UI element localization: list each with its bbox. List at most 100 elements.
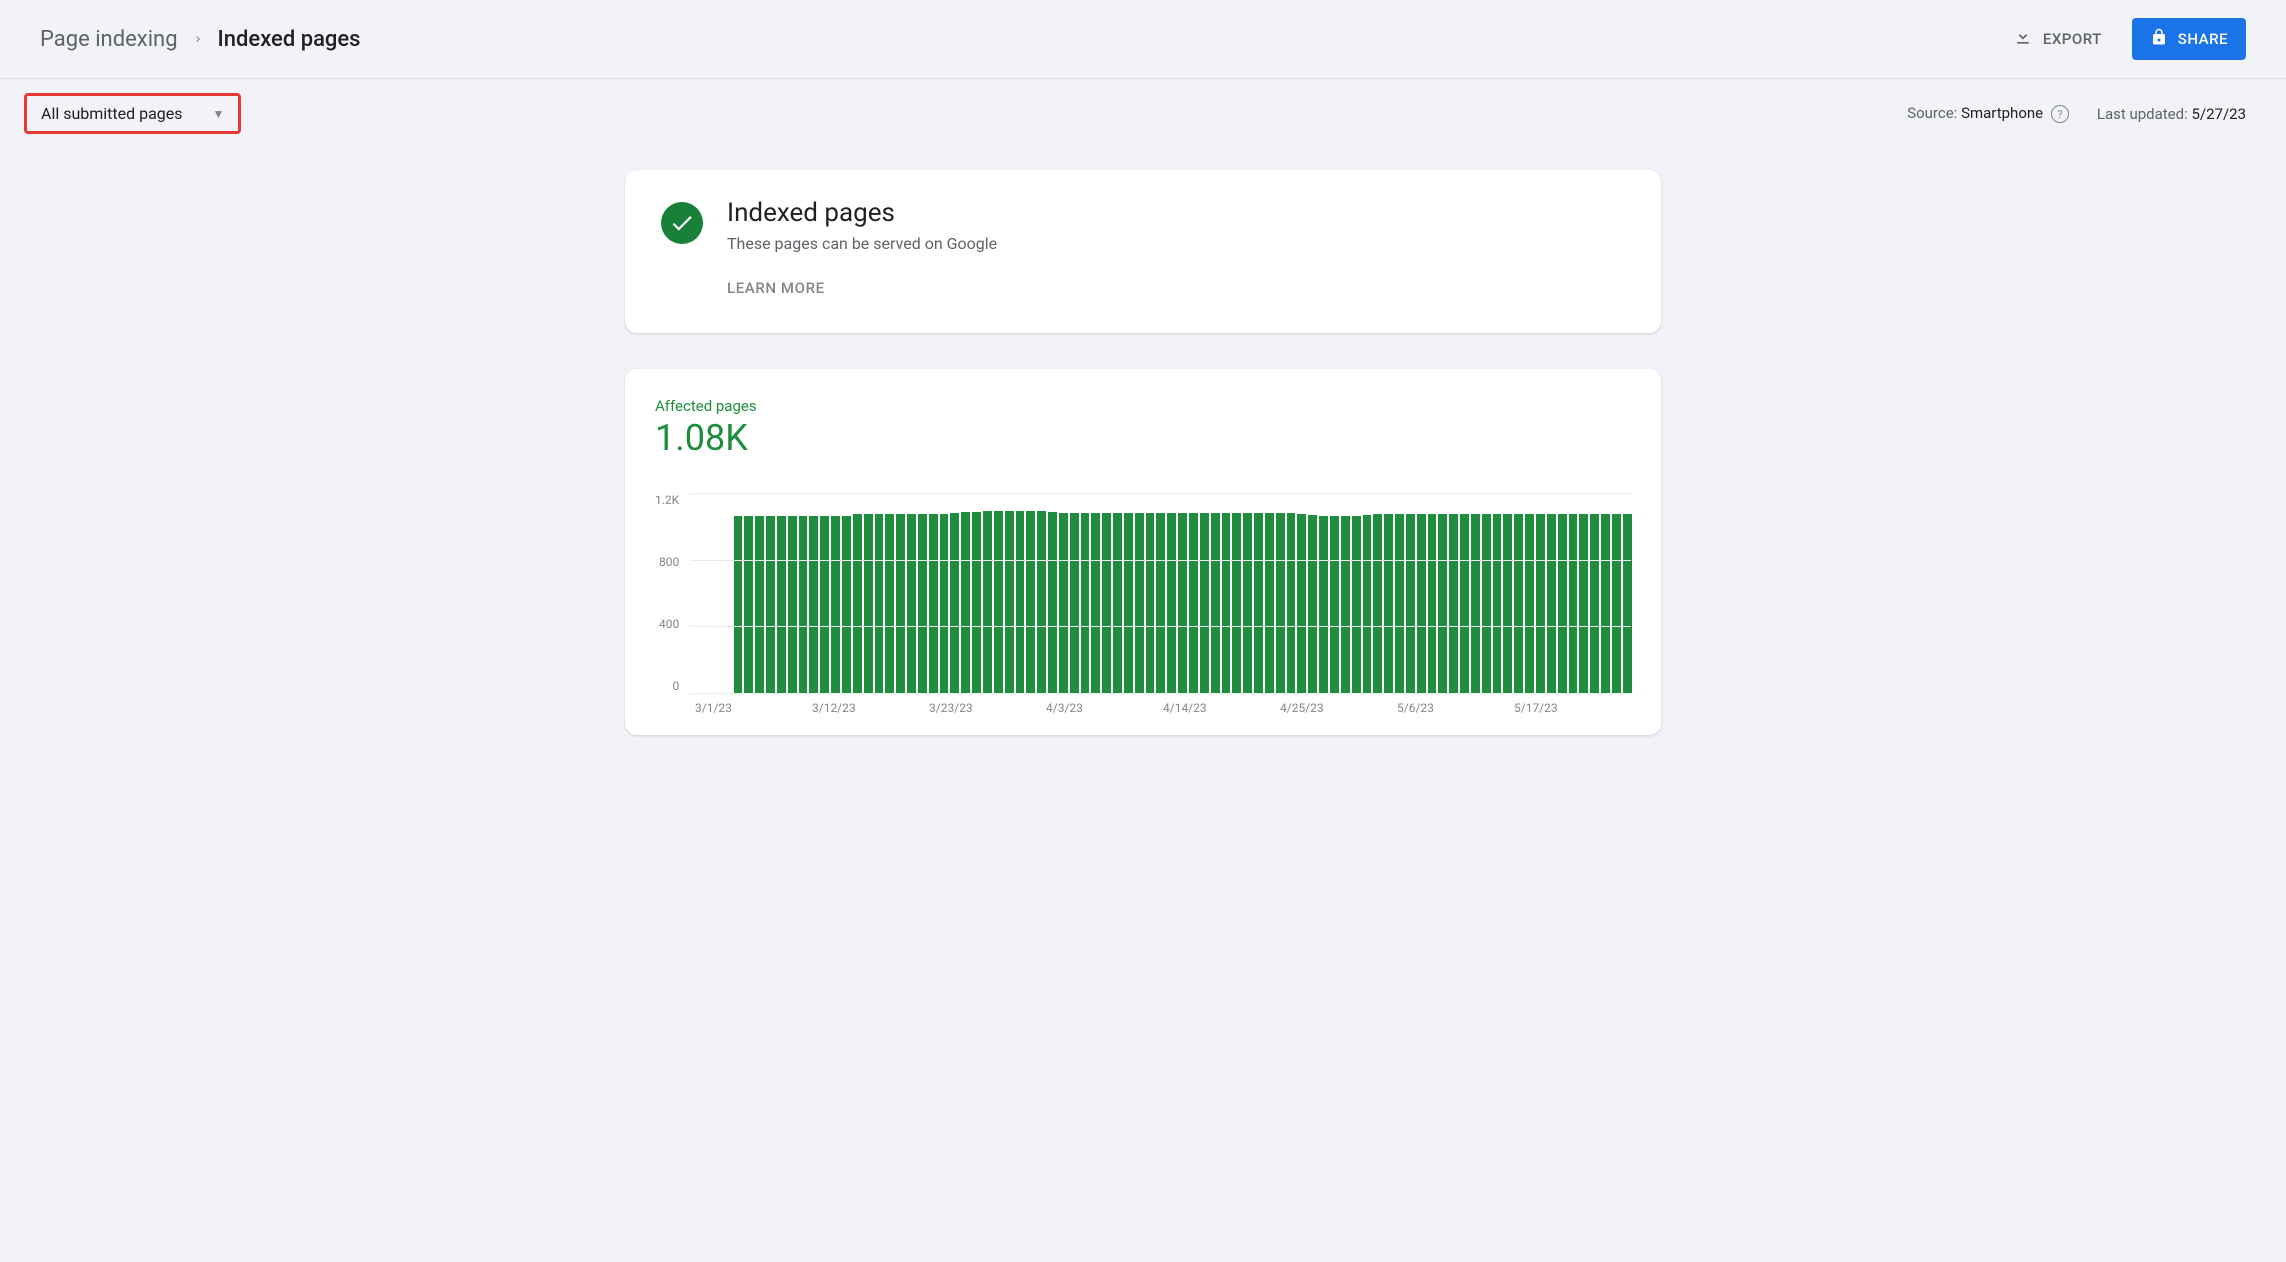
chart-bar[interactable] bbox=[885, 514, 894, 693]
chart-bar[interactable] bbox=[809, 516, 818, 693]
chart-bar[interactable] bbox=[1406, 514, 1415, 693]
export-label: EXPORT bbox=[2043, 30, 2102, 48]
help-icon[interactable]: ? bbox=[2051, 105, 2069, 123]
chart-bar[interactable] bbox=[1514, 514, 1523, 693]
chart-bar[interactable] bbox=[1102, 513, 1111, 693]
chart-bar[interactable] bbox=[950, 513, 959, 693]
learn-more-link[interactable]: LEARN MORE bbox=[727, 279, 997, 297]
chart-bar[interactable] bbox=[940, 514, 949, 693]
chart-bar[interactable] bbox=[1525, 514, 1534, 693]
chart-bar[interactable] bbox=[1222, 513, 1231, 693]
chart-bar[interactable] bbox=[799, 516, 808, 693]
filter-dropdown[interactable]: All submitted pages ▼ bbox=[24, 93, 241, 134]
chart-bar[interactable] bbox=[1287, 513, 1296, 693]
chart-bar[interactable] bbox=[907, 514, 916, 693]
chart-bar[interactable] bbox=[766, 516, 775, 693]
chart-bar[interactable] bbox=[755, 516, 764, 693]
chart-bar[interactable] bbox=[983, 511, 992, 693]
chart-bar[interactable] bbox=[1428, 514, 1437, 693]
updated-info: Last updated: 5/27/23 bbox=[2097, 105, 2246, 123]
chart-bar[interactable] bbox=[1254, 513, 1263, 693]
chart-bar[interactable] bbox=[1178, 513, 1187, 693]
chart-bar[interactable] bbox=[929, 514, 938, 693]
chart-bar[interactable] bbox=[1352, 516, 1361, 694]
chart-bar[interactable] bbox=[972, 512, 981, 693]
chart-bar[interactable] bbox=[1146, 513, 1155, 693]
chart-bar[interactable] bbox=[1471, 514, 1480, 693]
chart-bar[interactable] bbox=[1167, 513, 1176, 693]
breadcrumb-root-link[interactable]: Page indexing bbox=[40, 27, 178, 52]
chart-bar[interactable] bbox=[1612, 514, 1621, 693]
chart-bar[interactable] bbox=[1059, 513, 1068, 693]
chart-bar[interactable] bbox=[1081, 513, 1090, 693]
chart-bar[interactable] bbox=[1243, 513, 1252, 693]
chart-bar[interactable] bbox=[1297, 514, 1306, 693]
chart-bar[interactable] bbox=[1460, 514, 1469, 693]
breadcrumb: Page indexing Indexed pages bbox=[40, 27, 361, 52]
check-circle-icon bbox=[661, 202, 703, 244]
chart-bar[interactable] bbox=[842, 516, 851, 694]
chart-bar[interactable] bbox=[1547, 514, 1556, 693]
chart-bar[interactable] bbox=[1373, 514, 1382, 693]
chart-bar[interactable] bbox=[831, 516, 840, 693]
status-card: Indexed pages These pages can be served … bbox=[625, 170, 1661, 333]
chart-bar[interactable] bbox=[1211, 513, 1220, 693]
chart-bar[interactable] bbox=[1308, 515, 1317, 693]
chart-bar[interactable] bbox=[1156, 513, 1165, 693]
chart-bar[interactable] bbox=[1232, 513, 1241, 693]
chart-bar[interactable] bbox=[1569, 514, 1578, 693]
chart-bar[interactable] bbox=[1070, 513, 1079, 693]
export-button[interactable]: EXPORT bbox=[2001, 19, 2114, 59]
chart-bar[interactable] bbox=[1265, 513, 1274, 693]
chart-plot bbox=[689, 493, 1631, 693]
chart-bar[interactable] bbox=[1536, 514, 1545, 693]
x-tick: 3/12/23 bbox=[812, 701, 929, 715]
chart-bar[interactable] bbox=[820, 516, 829, 693]
chart-bar[interactable] bbox=[994, 511, 1003, 693]
chart-bar[interactable] bbox=[918, 514, 927, 693]
chart-bar[interactable] bbox=[1558, 514, 1567, 693]
chart-bar[interactable] bbox=[1037, 511, 1046, 693]
chart-bar[interactable] bbox=[1341, 516, 1350, 693]
download-icon bbox=[2013, 27, 2033, 51]
chart-bar[interactable] bbox=[1493, 514, 1502, 693]
chart-bar[interactable] bbox=[853, 514, 862, 693]
top-actions: EXPORT SHARE bbox=[2001, 18, 2246, 60]
chart-bar[interactable] bbox=[1384, 514, 1393, 693]
chart-bar[interactable] bbox=[1189, 513, 1198, 693]
share-button[interactable]: SHARE bbox=[2132, 18, 2246, 60]
chart-bar[interactable] bbox=[1026, 511, 1035, 693]
chart-bar[interactable] bbox=[744, 516, 753, 693]
chart-bar[interactable] bbox=[788, 516, 797, 693]
breadcrumb-current: Indexed pages bbox=[218, 27, 361, 52]
chart-bar[interactable] bbox=[1048, 512, 1057, 693]
chart-bar[interactable] bbox=[1330, 516, 1339, 693]
chart-bar[interactable] bbox=[896, 514, 905, 693]
lock-icon bbox=[2150, 28, 2168, 50]
chart-bar[interactable] bbox=[1623, 514, 1632, 693]
chart-bar[interactable] bbox=[1438, 514, 1447, 693]
chart-bar[interactable] bbox=[1016, 511, 1025, 693]
chart-bar[interactable] bbox=[1091, 513, 1100, 693]
chart-bar[interactable] bbox=[1319, 516, 1328, 694]
chart-bar[interactable] bbox=[734, 516, 743, 693]
chart-bar[interactable] bbox=[1601, 514, 1610, 693]
chart-bar[interactable] bbox=[777, 516, 786, 693]
chart-bar[interactable] bbox=[1579, 514, 1588, 693]
chart-bar[interactable] bbox=[1503, 514, 1512, 693]
chart-bar[interactable] bbox=[1363, 515, 1372, 693]
chart-bar[interactable] bbox=[1449, 514, 1458, 693]
chart-bar[interactable] bbox=[1005, 511, 1014, 693]
chart-bar[interactable] bbox=[1276, 513, 1285, 693]
chart-bar[interactable] bbox=[961, 512, 970, 693]
chart-bar[interactable] bbox=[1124, 513, 1133, 693]
chart-bar[interactable] bbox=[1200, 513, 1209, 693]
chart-bar[interactable] bbox=[864, 514, 873, 693]
chart-bar[interactable] bbox=[1135, 513, 1144, 693]
chart-bar[interactable] bbox=[1417, 514, 1426, 693]
chart-bar[interactable] bbox=[875, 514, 884, 693]
chart-bar[interactable] bbox=[1482, 514, 1491, 693]
chart-bar[interactable] bbox=[1113, 513, 1122, 693]
chart-bar[interactable] bbox=[1395, 514, 1404, 693]
chart-bar[interactable] bbox=[1590, 514, 1599, 693]
